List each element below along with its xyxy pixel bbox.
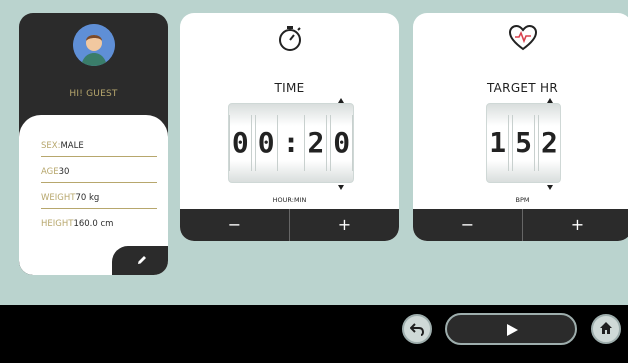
hr-decrease-arrow[interactable] — [547, 185, 553, 190]
hr-digit: 2 — [537, 115, 560, 171]
time-minus-button[interactable]: − — [180, 209, 290, 241]
time-stepper: − + — [180, 209, 399, 241]
stopwatch-icon — [278, 26, 301, 51]
weight-value: 70 kg — [75, 193, 100, 203]
profile-row-height: HEIGHT160.0 cm — [41, 211, 157, 235]
greeting-text: HI! GUEST — [69, 89, 118, 99]
hr-unit-label: BPM — [515, 196, 530, 204]
height-value: 160.0 cm — [73, 219, 114, 229]
profile-row-sex: SEX:MALE — [41, 133, 157, 157]
age-value: 30 — [58, 167, 70, 177]
profile-card: HI! GUEST SEX:MALE AGE30 WEIGHT70 kg HEI… — [19, 13, 168, 275]
time-unit-label: HOUR:MIN — [272, 196, 307, 204]
undo-icon — [410, 323, 424, 336]
edit-profile-button[interactable] — [112, 246, 168, 275]
weight-label: WEIGHT — [41, 193, 76, 203]
user-avatar — [73, 24, 115, 66]
start-button[interactable] — [445, 313, 577, 345]
time-digit: 0 — [229, 115, 252, 171]
target-hr-panel: TARGET HR 1 5 2 BPM − + — [413, 13, 628, 241]
time-digit: 0 — [254, 115, 278, 171]
time-separator: : — [282, 126, 300, 159]
hr-digit: 5 — [512, 115, 535, 171]
sex-value: MALE — [60, 141, 84, 151]
time-roller[interactable]: 0 0 : 2 0 — [228, 103, 354, 183]
home-icon — [600, 322, 612, 334]
hr-value: 1 5 2 — [487, 115, 560, 171]
pencil-icon — [138, 256, 146, 264]
age-label: AGE — [41, 167, 59, 177]
hr-stepper: − + — [413, 209, 628, 241]
back-button[interactable] — [402, 314, 432, 344]
profile-row-weight: WEIGHT70 kg — [41, 185, 157, 209]
hr-roller[interactable]: 1 5 2 — [486, 103, 561, 183]
heart-rate-icon — [508, 24, 537, 51]
height-label: HEIGHT — [41, 219, 74, 229]
time-panel: TIME 0 0 : 2 0 HOUR:MIN − + — [180, 13, 399, 241]
sex-label: SEX: — [41, 141, 61, 151]
time-value: 0 0 : 2 0 — [229, 115, 353, 171]
time-decrease-arrow[interactable] — [338, 185, 344, 190]
time-plus-button[interactable]: + — [290, 209, 399, 241]
profile-info-panel: SEX:MALE AGE30 WEIGHT70 kg HEIGHT160.0 c… — [19, 115, 168, 275]
home-button[interactable] — [591, 314, 621, 344]
time-title: TIME — [274, 81, 305, 95]
target-hr-title: TARGET HR — [486, 81, 559, 95]
hr-digit: 1 — [487, 115, 510, 171]
hr-plus-button[interactable]: + — [523, 209, 628, 241]
time-digit: 0 — [330, 115, 353, 171]
profile-row-age: AGE30 — [41, 159, 157, 183]
play-icon — [507, 324, 518, 336]
time-digit: 2 — [304, 115, 328, 171]
hr-minus-button[interactable]: − — [413, 209, 523, 241]
